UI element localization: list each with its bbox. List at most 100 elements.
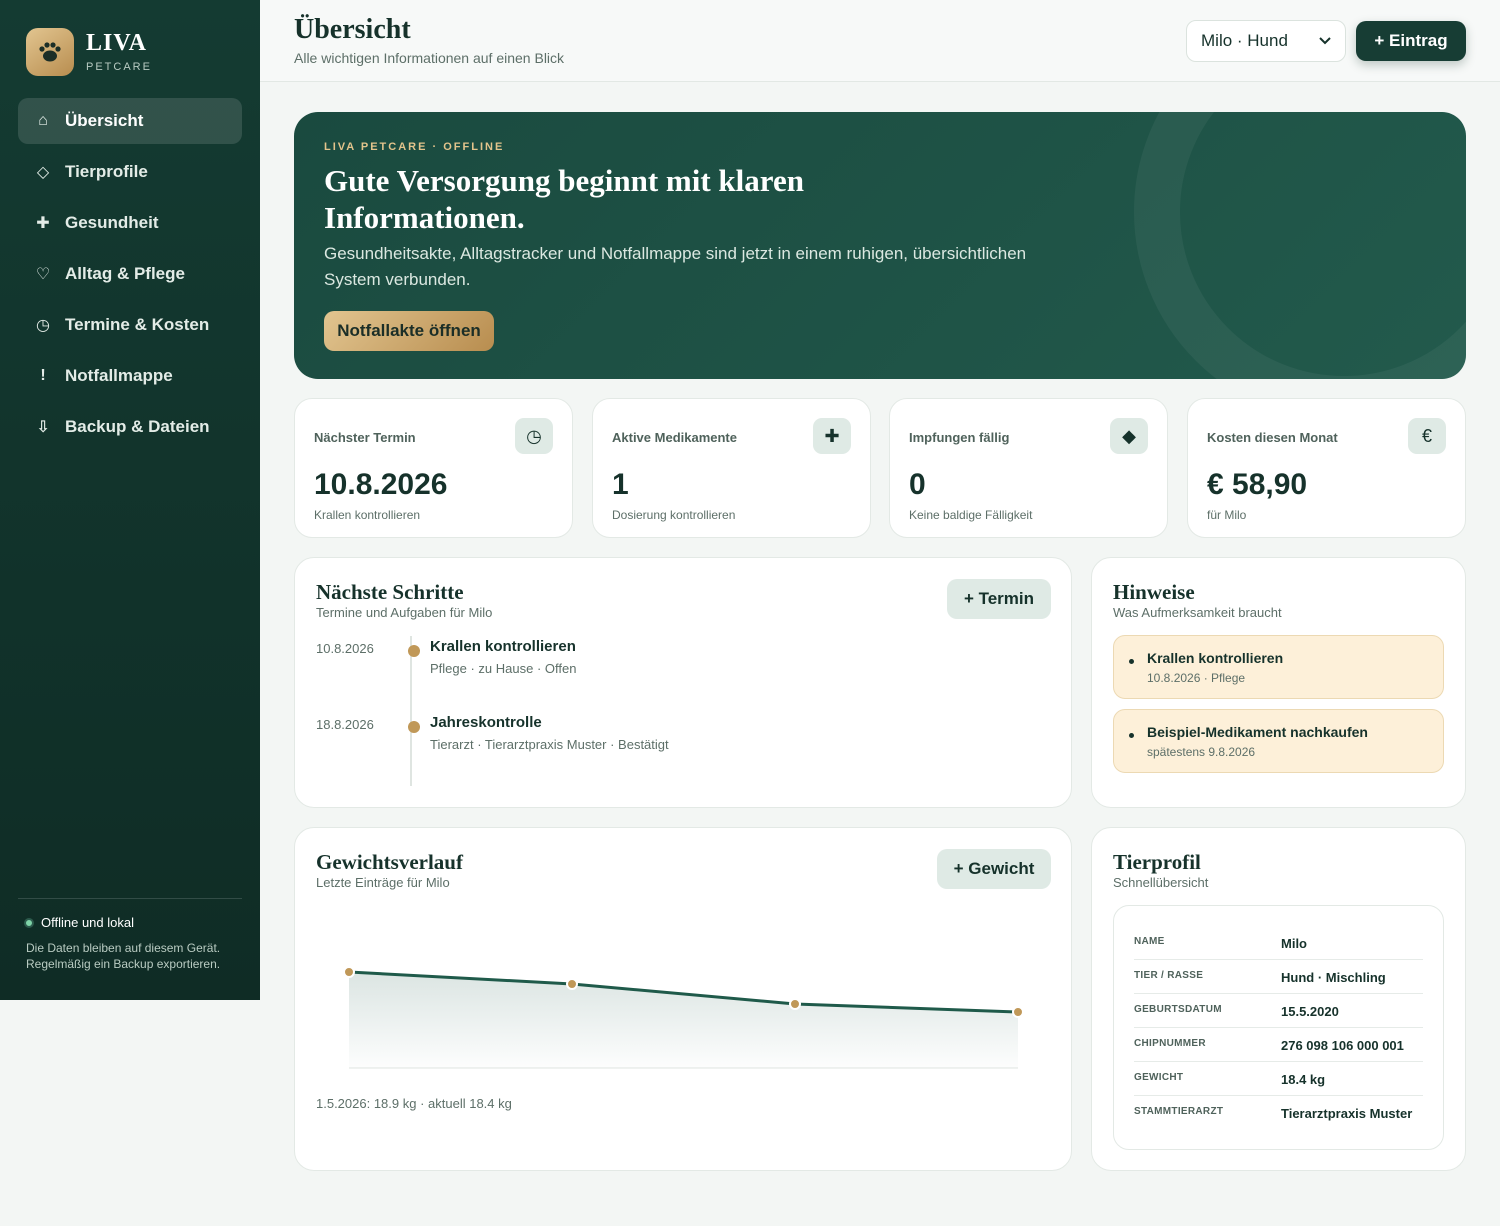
- profile-key: GEBURTSDATUM: [1134, 1004, 1222, 1015]
- stat-value: 10.8.2026: [314, 468, 448, 501]
- stat-active-medications[interactable]: Aktive Medikamente ✚ 1 Dosierung kontrol…: [592, 398, 871, 538]
- profile-value: Hund · Mischling: [1281, 970, 1386, 985]
- card-title: Nächste Schritte: [316, 580, 464, 604]
- offline-status: Offline und lokal: [18, 915, 242, 930]
- profile-value: 276 098 106 000 001: [1281, 1038, 1404, 1053]
- stat-monthly-costs[interactable]: Kosten diesen Monat € € 58,90 für Milo: [1187, 398, 1466, 538]
- card-subtitle: Termine und Aufgaben für Milo: [316, 605, 493, 620]
- nav-label: Übersicht: [65, 111, 144, 130]
- stat-label: Impfungen fällig: [909, 430, 1010, 445]
- hint-title: Krallen kontrollieren: [1147, 650, 1284, 666]
- plus-icon: ✚: [813, 418, 851, 454]
- euro-icon: €: [1408, 418, 1446, 454]
- hero-title: Gute Versorgung beginnt mit klaren Infor…: [324, 163, 804, 235]
- timeline-meta: Tierarzt · Tierarztpraxis Muster · Bestä…: [430, 737, 669, 752]
- status-dot-icon: [24, 917, 34, 928]
- nav-item-tierprofile[interactable]: ◇ Tierprofile: [18, 149, 242, 195]
- main-nav: ⌂ Übersicht ◇ Tierprofile ✚ Gesundheit ♡…: [18, 98, 242, 455]
- profile-row: TIER / RASSE Hund · Mischling: [1134, 960, 1423, 994]
- nav-label: Gesundheit: [65, 213, 159, 232]
- stat-note: für Milo: [1207, 508, 1247, 522]
- stat-note: Dosierung kontrollieren: [612, 508, 736, 522]
- sidebar-footer: Offline und lokal Die Daten bleiben auf …: [18, 898, 242, 972]
- paw-logo-icon: [26, 28, 74, 76]
- page-subtitle: Alle wichtigen Informationen auf einen B…: [294, 50, 565, 66]
- hero-banner: LIVA PETCARE · OFFLINE Gute Versorgung b…: [294, 112, 1466, 379]
- pet-select[interactable]: Milo · Hund: [1186, 20, 1346, 62]
- bullet-icon: [1129, 659, 1134, 664]
- heart-icon: ♡: [35, 266, 51, 283]
- profile-key: NAME: [1134, 936, 1165, 947]
- profile-value: 15.5.2020: [1281, 1004, 1339, 1019]
- stat-value: 0: [909, 468, 926, 501]
- plus-icon: ✚: [36, 215, 50, 232]
- pet-select-value: Milo · Hund: [1201, 31, 1288, 50]
- profile-row: STAMMTIERARZT Tierarztpraxis Muster: [1134, 1096, 1423, 1130]
- nav-item-termine[interactable]: ◷ Termine & Kosten: [18, 302, 242, 348]
- stat-note: Krallen kontrollieren: [314, 508, 421, 522]
- nav-label: Termine & Kosten: [65, 315, 210, 334]
- stat-next-appointment[interactable]: Nächster Termin ◷ 10.8.2026 Krallen kont…: [294, 398, 573, 538]
- nav-label: Backup & Dateien: [65, 417, 210, 436]
- brand[interactable]: LIVA PETCARE: [26, 28, 152, 76]
- timeline-date: 18.8.2026: [316, 717, 374, 732]
- diamond-icon: ◆: [1110, 418, 1148, 454]
- open-emergency-file-button[interactable]: Notfallakte öffnen: [324, 311, 494, 351]
- next-steps-card: Nächste Schritte Termine und Aufgaben fü…: [294, 557, 1072, 808]
- profile-value: Tierarztpraxis Muster: [1281, 1106, 1413, 1121]
- nav-label: Tierprofile: [65, 162, 148, 181]
- profile-value: 18.4 kg: [1281, 1072, 1326, 1087]
- nav-label: Notfallmappe: [65, 366, 173, 385]
- nav-item-alltag[interactable]: ♡ Alltag & Pflege: [18, 251, 242, 297]
- nav-item-backup[interactable]: ⇩ Backup & Dateien: [18, 404, 242, 450]
- nav-item-uebersicht[interactable]: ⌂ Übersicht: [18, 98, 242, 144]
- weight-point[interactable]: [789, 998, 801, 1010]
- chart-caption: 1.5.2026: 18.9 kg · aktuell 18.4 kg: [316, 1096, 512, 1111]
- hint-meta: 10.8.2026 · Pflege: [1147, 671, 1246, 685]
- chevron-down-icon: [1319, 37, 1331, 45]
- add-entry-button[interactable]: + Eintrag: [1356, 21, 1466, 61]
- timeline-title: Krallen kontrollieren: [430, 638, 576, 655]
- weight-chart-card: Gewichtsverlauf Letzte Einträge für Milo…: [294, 827, 1072, 1171]
- hint-title: Beispiel-Medikament nachkaufen: [1147, 724, 1368, 740]
- hero-text: Gesundheitsakte, Alltagstracker und Notf…: [324, 244, 1027, 289]
- home-icon: ⌂: [38, 112, 48, 129]
- card-subtitle: Schnellübersicht: [1113, 875, 1209, 890]
- weight-area: [349, 972, 1018, 1068]
- clock-icon: ◷: [36, 317, 50, 334]
- add-weight-button[interactable]: + Gewicht: [937, 849, 1051, 889]
- pet-profile-card: Tierprofil Schnellübersicht NAME Milo TI…: [1091, 827, 1466, 1171]
- nav-label: Alltag & Pflege: [65, 264, 185, 283]
- hint-item[interactable]: Beispiel-Medikament nachkaufen spätesten…: [1113, 709, 1444, 773]
- timeline-item[interactable]: 10.8.2026 Krallen kontrollieren Pflege ·…: [316, 638, 1016, 698]
- weight-chart: [316, 948, 1046, 1108]
- page-title: Übersicht: [294, 14, 411, 45]
- profile-value: Milo: [1281, 936, 1307, 951]
- hero-kicker: LIVA PETCARE · OFFLINE: [324, 141, 505, 153]
- sidebar: LIVA PETCARE ⌂ Übersicht ◇ Tierprofile ✚…: [0, 0, 260, 1000]
- timeline-item[interactable]: 18.8.2026 Jahreskontrolle Tierarzt · Tie…: [316, 714, 1016, 774]
- stat-value: 1: [612, 468, 629, 501]
- alert-icon: !: [40, 367, 46, 384]
- weight-point[interactable]: [1012, 1006, 1024, 1018]
- profile-row: CHIPNUMMER 276 098 106 000 001: [1134, 1028, 1423, 1062]
- profile-key: CHIPNUMMER: [1134, 1038, 1206, 1049]
- bullet-icon: [1129, 733, 1134, 738]
- hints-card: Hinweise Was Aufmerksamkeit braucht Kral…: [1091, 557, 1466, 808]
- profile-key: TIER / RASSE: [1134, 970, 1204, 981]
- add-appointment-button[interactable]: + Termin: [947, 579, 1051, 619]
- status-text: Offline und lokal: [41, 915, 134, 930]
- nav-item-gesundheit[interactable]: ✚ Gesundheit: [18, 200, 242, 246]
- timeline-dot-icon: [408, 645, 420, 657]
- nav-item-notfallmappe[interactable]: ! Notfallmappe: [18, 353, 242, 399]
- timeline-date: 10.8.2026: [316, 641, 374, 656]
- stat-label: Kosten diesen Monat: [1207, 430, 1338, 445]
- hint-item[interactable]: Krallen kontrollieren 10.8.2026 · Pflege: [1113, 635, 1444, 699]
- brand-name: LIVA: [86, 30, 147, 56]
- weight-point[interactable]: [343, 966, 355, 978]
- decorative-ring: [1134, 112, 1466, 379]
- profile-row: GEBURTSDATUM 15.5.2020: [1134, 994, 1423, 1028]
- weight-point[interactable]: [566, 978, 578, 990]
- stat-vaccinations-due[interactable]: Impfungen fällig ◆ 0 Keine baldige Fälli…: [889, 398, 1168, 538]
- brand-sub: PETCARE: [86, 61, 152, 73]
